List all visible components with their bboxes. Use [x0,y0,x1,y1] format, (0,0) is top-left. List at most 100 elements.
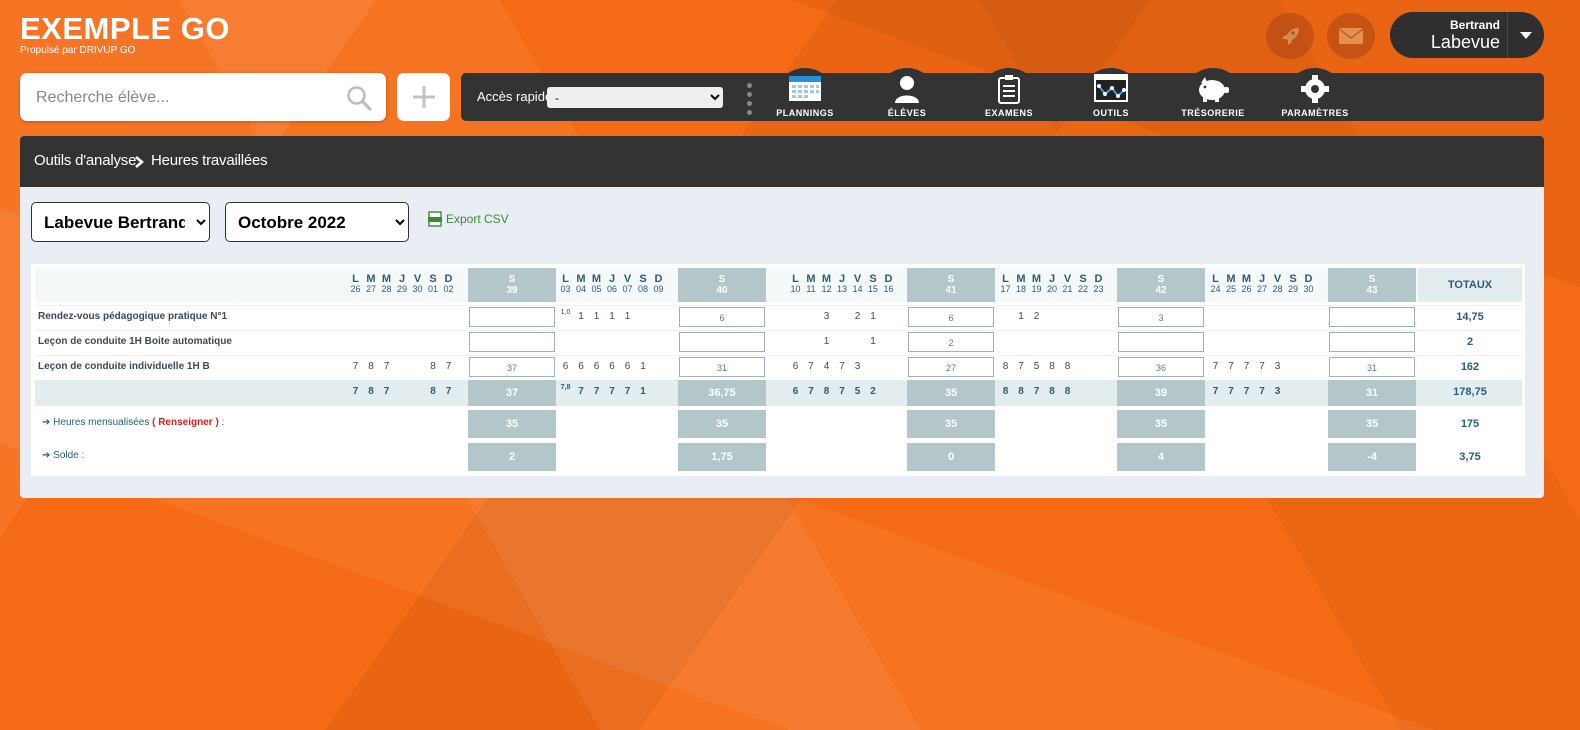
day-letter: J [1048,273,1056,285]
employee-select[interactable]: Labevue Bertrand [31,202,210,242]
week-hours-input[interactable] [1118,332,1204,352]
row-label: Leçon de conduite individuelle 1H B [38,361,210,372]
day-number: 10 [790,284,801,294]
day-value: 2 [854,311,861,322]
day-value: 7 [352,361,359,372]
day-header: D 02 [441,274,456,295]
week-header: S 39 [468,268,556,302]
search-icon[interactable] [346,85,372,111]
breadcrumb-parent[interactable]: Outils d'analyse [34,152,136,169]
week-hours-input[interactable] [1329,307,1415,327]
week-hours-input[interactable]: 31 [679,357,765,377]
day-number: 01 [427,284,438,294]
search-box [20,73,386,121]
chevron-down-icon [1520,31,1532,39]
day-header: D 23 [1091,273,1106,295]
week-hours-input[interactable]: 37 [469,357,555,377]
week-hours-input[interactable]: 6 [908,307,994,327]
day-sum: 7 [593,386,600,397]
day-letter: M [1031,273,1042,285]
day-value: 6 [792,361,799,372]
day-sum: 7 [624,386,631,397]
week-hours-input[interactable] [469,332,555,352]
rocket-button[interactable] [1266,13,1314,59]
day-sum: 3 [1274,386,1281,397]
week-hours-input[interactable]: 31 [1329,357,1415,377]
content-panel: Outils d'analyse Heures travaillées Labe… [20,136,1544,498]
month-select[interactable]: Octobre 2022 [225,202,409,242]
day-number: 30 [412,284,423,294]
balance-total: 3,75 [1459,451,1481,463]
day-number: 14 [852,284,863,294]
user-menu-toggle[interactable] [1507,12,1544,58]
totals-header: TOTAUX [1418,268,1522,302]
day-sum: 8 [1049,386,1055,397]
day-number: 11 [806,284,816,294]
nav-label: EXAMENS [984,108,1033,118]
day-letter: D [1094,273,1103,285]
day-header: L 24 [1208,274,1223,295]
day-sum: 1 [640,386,646,397]
week-hours-input[interactable]: 6 [679,307,765,327]
nav-eleves[interactable]: ÉLÈVES [865,68,949,121]
week-balance: 0 [907,443,995,471]
week-label: S [508,274,516,285]
week-hours-input[interactable]: 27 [908,357,994,377]
nav-label: ÉLÈVES [887,108,927,118]
search-input[interactable] [34,83,338,113]
week-number: 42 [1155,285,1167,296]
nav-label: PLANNINGS [776,108,834,118]
week-hours-input[interactable] [679,332,765,352]
week-sum: 35 [907,380,995,406]
nav-tresorerie[interactable]: TRÉSORERIE [1171,68,1255,121]
add-button[interactable] [397,73,450,121]
day-header: M 18 [1014,273,1029,295]
rocket-icon [1282,28,1299,45]
nav-parametres[interactable]: PARAMÈTRES [1273,68,1357,121]
vertical-dots-icon[interactable] [747,83,753,119]
nav-outils[interactable]: OUTILS [1069,68,1153,121]
nav-plannings[interactable]: PLANNINGS [763,68,847,121]
day-header: M 19 [1029,273,1044,295]
main-nav: Accès rapides - PLANNINGS ÉLÈVES EXAMENS… [461,68,1544,121]
day-letter: M [1016,273,1026,285]
monthly-hours-label: ➔ Heures mensualisées ( Renseigner ) : [42,417,224,428]
day-letter: M [1226,273,1236,285]
day-sum: 6 [792,386,799,397]
chart-tool-icon [1094,74,1128,102]
week-hours-input[interactable]: 36 [1118,357,1204,377]
day-letter: M [821,273,832,285]
day-sum: 7 [1228,386,1234,397]
day-header: J 20 [1045,273,1060,295]
day-value: 7 [808,361,814,372]
day-letter: M [576,273,586,285]
user-menu[interactable]: Bertrand Labevue [1390,12,1544,58]
mail-button[interactable] [1327,13,1375,59]
day-header: L 03 [558,274,573,295]
week-header: S 42 [1117,268,1205,302]
week-hours-input[interactable]: 2 [908,332,994,352]
week-hours-input[interactable] [469,307,555,327]
week-hours-input[interactable] [1329,332,1415,352]
renseigner-link[interactable]: ( Renseigner ) [152,417,219,428]
day-number: 09 [653,284,664,294]
day-header: V 30 [410,274,425,295]
row-total: 162 [1460,361,1480,373]
day-number: 02 [443,284,454,294]
day-value: 7 [1228,361,1234,372]
day-value: 3 [823,311,830,322]
day-sum: 2 [870,386,876,397]
quick-access-select[interactable]: - [547,87,723,108]
day-value: 1 [870,336,876,347]
brand-logo[interactable]: EXEMPLE GO Propulsé par DRIVUP GO [20,12,230,57]
mail-icon [1338,28,1364,44]
nav-examens[interactable]: EXAMENS [967,68,1051,121]
week-hours-input[interactable]: 3 [1118,307,1204,327]
nav-label: OUTILS [1093,108,1129,118]
plus-icon [412,86,435,108]
export-csv-link[interactable]: Export CSV [428,211,509,227]
day-header: S 08 [636,274,651,295]
day-letter: V [1273,273,1282,285]
day-header: V 14 [850,274,865,295]
week-balance: 1,75 [678,443,766,471]
